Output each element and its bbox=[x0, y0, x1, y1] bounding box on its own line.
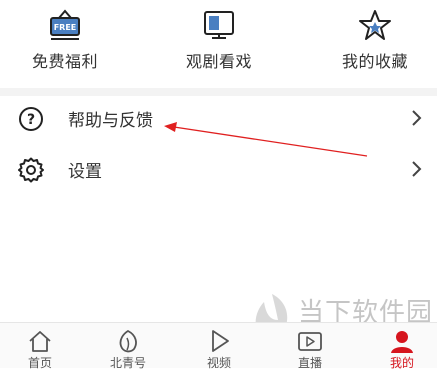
shortcut-my-favorites[interactable]: 我的收藏 bbox=[320, 8, 430, 78]
gear-icon bbox=[18, 157, 44, 183]
shortcut-bar: FREE 免费福利 观剧看戏 我的收藏 bbox=[0, 0, 437, 88]
nav-label: 我的 bbox=[389, 356, 414, 370]
profile-icon bbox=[389, 328, 415, 354]
star-icon bbox=[357, 8, 393, 42]
nav-label: 北青号 bbox=[109, 356, 146, 370]
home-icon bbox=[27, 328, 53, 354]
nav-item-live[interactable]: 直播 bbox=[270, 323, 350, 370]
svg-text:?: ? bbox=[27, 112, 35, 128]
shortcut-label: 免费福利 bbox=[31, 52, 98, 71]
nav-item-video[interactable]: 视频 bbox=[179, 323, 259, 370]
leaf-icon bbox=[115, 328, 141, 354]
bottom-nav: 首页 北青号 视频 直播 我的 bbox=[0, 322, 437, 370]
nav-item-beiqing[interactable]: 北青号 bbox=[88, 323, 168, 370]
free-sign-icon: FREE bbox=[47, 8, 83, 42]
menu-item-label: 设置 bbox=[68, 162, 102, 182]
menu-item-label: 帮助与反馈 bbox=[68, 111, 153, 131]
chevron-right-icon bbox=[411, 160, 423, 178]
chevron-right-icon bbox=[411, 109, 423, 127]
play-icon bbox=[206, 328, 232, 354]
menu-item-help-feedback[interactable]: ? 帮助与反馈 bbox=[0, 94, 437, 144]
nav-item-home[interactable]: 首页 bbox=[0, 323, 80, 370]
shortcut-label: 观剧看戏 bbox=[185, 52, 252, 71]
menu-item-settings[interactable]: 设置 bbox=[0, 145, 437, 195]
tv-icon bbox=[201, 8, 237, 42]
live-tv-icon bbox=[297, 328, 323, 354]
shortcut-free-welfare[interactable]: FREE 免费福利 bbox=[10, 8, 120, 78]
svg-text:FREE: FREE bbox=[54, 23, 77, 32]
shortcut-watch-drama[interactable]: 观剧看戏 bbox=[164, 8, 274, 78]
shortcut-label: 我的收藏 bbox=[341, 52, 408, 71]
help-circle-icon: ? bbox=[18, 106, 44, 132]
nav-item-mine[interactable]: 我的 bbox=[362, 323, 437, 370]
nav-label: 直播 bbox=[297, 356, 322, 370]
nav-label: 视频 bbox=[206, 356, 231, 370]
nav-label: 首页 bbox=[27, 356, 52, 370]
